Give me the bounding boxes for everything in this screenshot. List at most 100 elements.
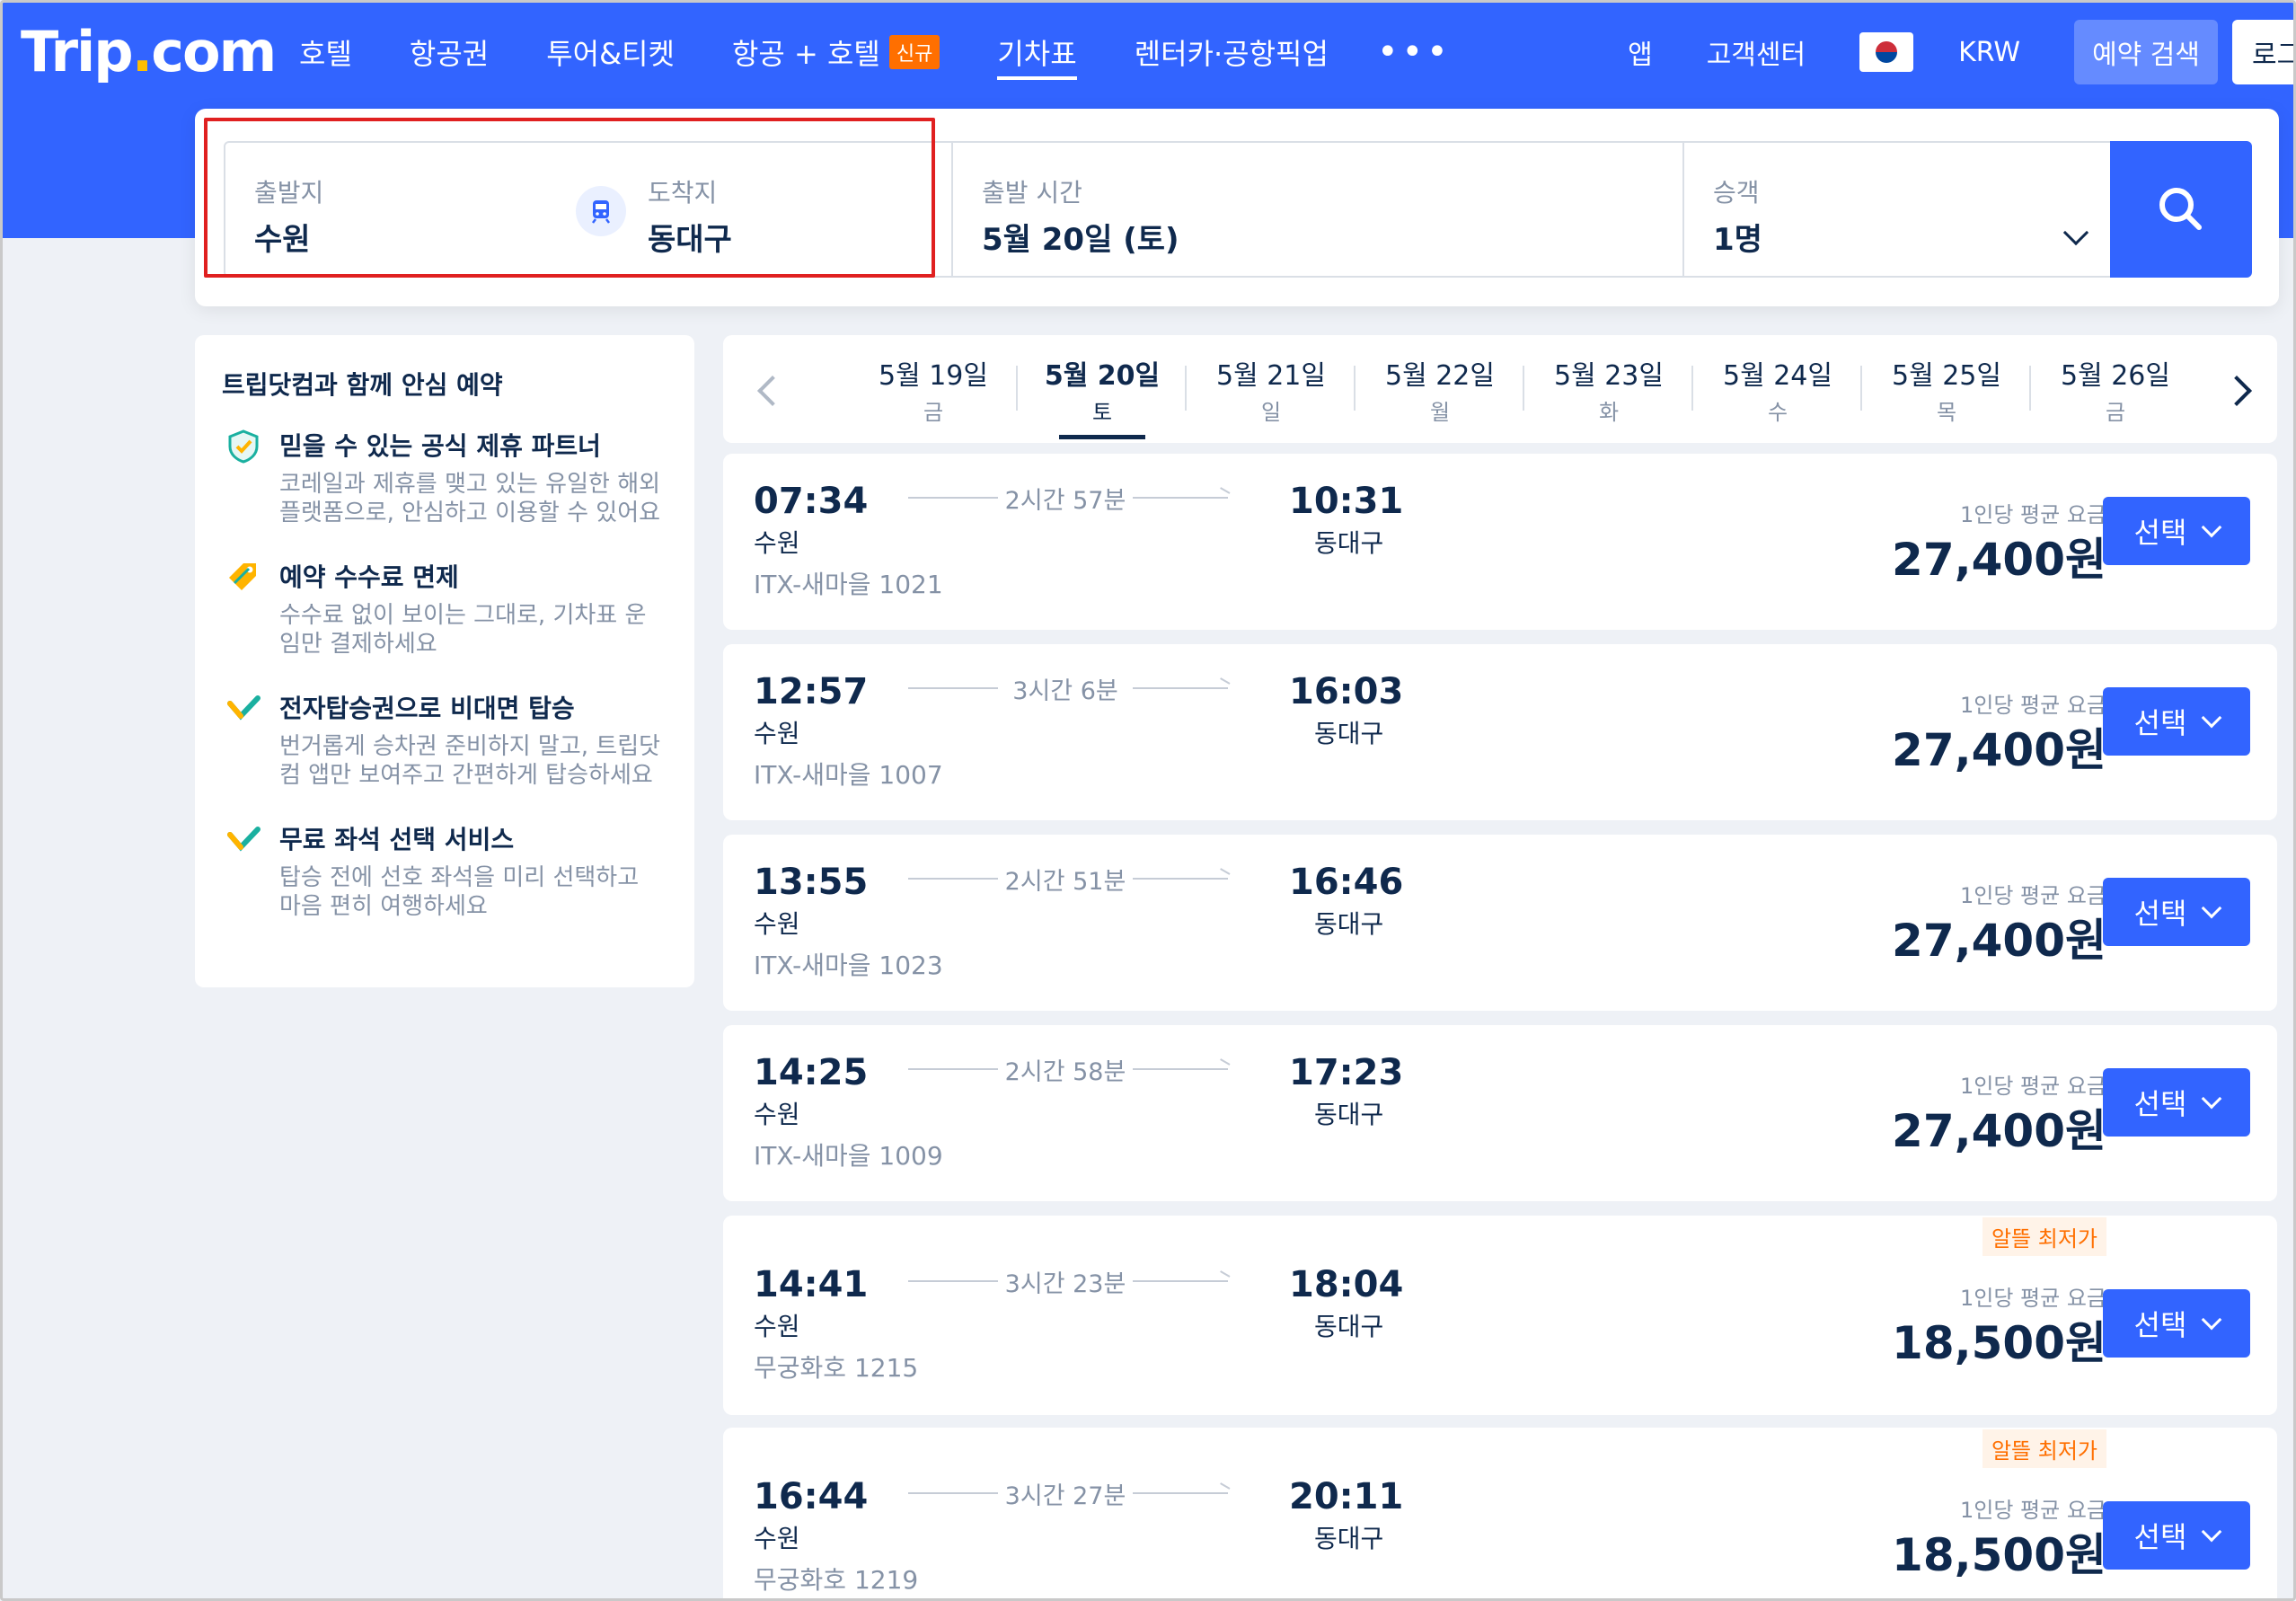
- nav-flight-hotel[interactable]: 항공 + 호텔 신규: [732, 3, 940, 102]
- date-value: 5월 20일 (토): [982, 222, 1179, 258]
- select-button[interactable]: 선택: [2103, 878, 2250, 946]
- check-icon: [227, 695, 261, 721]
- arrival-time: 20:11: [1289, 1476, 1404, 1517]
- passenger-field[interactable]: 승객 1명: [1682, 141, 2126, 278]
- tag-icon: [229, 563, 256, 590]
- arrival-station: 동대구: [1314, 719, 1384, 748]
- price: 27,400원: [1892, 724, 2106, 776]
- train-card[interactable]: 14:25 수원 2시간 58분 17:23 동대구 ITX-새마을 1009 …: [723, 1025, 2277, 1201]
- train-card[interactable]: 12:57 수원 3시간 6분 16:03 동대구 ITX-새마을 1007 1…: [723, 644, 2277, 820]
- lowest-price-badge: 알뜰 최저가: [1982, 1217, 2106, 1256]
- to-label: 도착지: [648, 178, 718, 208]
- date-field[interactable]: 출발 시간 5월 20일 (토): [951, 141, 1684, 278]
- to-value[interactable]: 동대구: [648, 215, 732, 259]
- price: 18,500원: [1892, 1317, 2106, 1369]
- check-icon: [227, 827, 261, 852]
- date-tab[interactable]: 5월 23일 화: [1524, 335, 1693, 443]
- train-card[interactable]: 13:55 수원 2시간 51분 16:46 동대구 ITX-새마을 1023 …: [723, 835, 2277, 1011]
- currency-selector[interactable]: KRW: [1958, 37, 2020, 68]
- search-panel: 출발지 수원 도착지 동대구 출발 시간 5월 20일 (토) 승객 1명: [195, 109, 2279, 306]
- chevron-down-icon: [2202, 1088, 2222, 1110]
- departure-station: 수원: [754, 909, 800, 939]
- arrival-time: 18:04: [1289, 1264, 1404, 1305]
- date-list: 5월 19일 금 5월 20일 토 5월 21일 일 5월 22일 월 5월 23일 화 …: [849, 335, 2200, 443]
- train-card[interactable]: 알뜰 최저가 14:41 수원 3시간 23분 18:04 동대구 무궁화호 1…: [723, 1216, 2277, 1415]
- date-tab[interactable]: 5월 22일 월: [1356, 335, 1524, 443]
- select-button[interactable]: 선택: [2103, 1068, 2250, 1137]
- arrival-station: 동대구: [1314, 909, 1384, 939]
- arrival-station: 동대구: [1314, 1312, 1384, 1341]
- date-tab[interactable]: 5월 21일 일: [1187, 335, 1356, 443]
- date-tab-selected[interactable]: 5월 20일 토: [1018, 335, 1187, 443]
- price: 27,400원: [1892, 1105, 2106, 1157]
- nav-trains[interactable]: 기차표: [997, 3, 1078, 102]
- chevron-down-icon[interactable]: [2062, 219, 2089, 246]
- korea-flag-icon[interactable]: [1859, 32, 1914, 72]
- train-name: 무궁화호 1215: [754, 1353, 919, 1383]
- search-icon: [2159, 188, 2202, 230]
- departure-time: 14:41: [754, 1264, 869, 1305]
- chevron-down-icon: [2202, 898, 2222, 919]
- nav-hotels[interactable]: 호텔: [299, 3, 352, 102]
- sidebar-item-desc: 수수료 없이 보이는 그대로, 기차표 운임만 결제하세요: [279, 602, 647, 658]
- arrival-station: 동대구: [1314, 1524, 1384, 1553]
- sidebar-item-desc: 탑승 전에 선호 좌석을 미리 선택하고 마음 편히 여행하세요: [279, 864, 640, 920]
- departure-time: 12:57: [754, 671, 869, 712]
- new-badge: 신규: [888, 35, 940, 69]
- date-tab[interactable]: 5월 26일 금: [2031, 335, 2200, 443]
- arrival-time: 10:31: [1289, 481, 1404, 522]
- chevron-down-icon: [2202, 517, 2222, 538]
- from-value[interactable]: 수원: [254, 215, 311, 259]
- sidebar-item-desc: 코레일과 제휴를 맺고 있는 유일한 해외 플랫폼으로, 안심하고 이용할 수 …: [279, 471, 661, 526]
- login-button[interactable]: 로그인: [2232, 20, 2293, 84]
- train-swap-icon[interactable]: [576, 186, 626, 236]
- train-card[interactable]: 알뜰 최저가 16:44 수원 3시간 27분 20:11 동대구 무궁화호 1…: [723, 1428, 2277, 1598]
- support-link[interactable]: 고객센터: [1707, 32, 1806, 72]
- nav-car-rental[interactable]: 렌터카·공항픽업: [1135, 3, 1329, 102]
- prev-date-arrow-icon[interactable]: [750, 366, 795, 416]
- train-name: ITX-새마을 1021: [754, 570, 943, 599]
- from-label: 출발지: [254, 178, 324, 208]
- date-tab[interactable]: 5월 25일 목: [1862, 335, 2031, 443]
- sidebar-item-partner: 믿을 수 있는 공식 제휴 파트너 코레일과 제휴를 맺고 있는 유일한 해외 …: [222, 427, 667, 527]
- sidebar-item-title: 믿을 수 있는 공식 제휴 파트너: [279, 431, 601, 461]
- lowest-price-badge: 알뜰 최저가: [1982, 1429, 2106, 1468]
- chevron-down-icon: [2202, 1521, 2222, 1543]
- nav-tours[interactable]: 투어&티켓: [546, 3, 675, 102]
- select-button[interactable]: 선택: [2103, 1289, 2250, 1358]
- date-strip: 5월 19일 금 5월 20일 토 5월 21일 일 5월 22일 월 5월 23일 화 …: [723, 335, 2277, 443]
- sidebar-item-title: 무료 좌석 선택 서비스: [279, 825, 515, 854]
- price: 27,400원: [1892, 915, 2106, 967]
- passenger-label: 승객: [1713, 178, 1760, 208]
- trip-logo[interactable]: Trip.com: [21, 12, 277, 93]
- date-tab[interactable]: 5월 24일 수: [1693, 335, 1862, 443]
- select-button[interactable]: 선택: [2103, 1501, 2250, 1570]
- arrival-time: 17:23: [1289, 1052, 1404, 1093]
- more-menu-icon[interactable]: •••: [1377, 3, 1452, 102]
- next-date-arrow-icon[interactable]: [2214, 366, 2259, 416]
- select-button[interactable]: 선택: [2103, 497, 2250, 565]
- departure-time: 07:34: [754, 481, 869, 522]
- route-field[interactable]: 출발지 수원 도착지 동대구: [224, 141, 953, 278]
- train-name: ITX-새마을 1009: [754, 1141, 943, 1171]
- date-label: 출발 시간: [982, 178, 1082, 208]
- price: 18,500원: [1892, 1529, 2106, 1581]
- chevron-down-icon: [2202, 1309, 2222, 1331]
- train-card[interactable]: 07:34 수원 2시간 57분 10:31 동대구 ITX-새마을 1021 …: [723, 454, 2277, 630]
- departure-station: 수원: [754, 1524, 800, 1553]
- departure-time: 13:55: [754, 862, 869, 903]
- arrival-time: 16:03: [1289, 671, 1404, 712]
- app-link[interactable]: 앱: [1628, 32, 1653, 72]
- departure-station: 수원: [754, 719, 800, 748]
- sidebar-title: 트립닷컴과 함께 안심 예약: [222, 370, 503, 400]
- nav-flights[interactable]: 항공권: [410, 3, 489, 102]
- search-button[interactable]: [2110, 141, 2252, 278]
- booking-search-button[interactable]: 예약 검색: [2074, 20, 2218, 84]
- date-tab[interactable]: 5월 19일 금: [849, 335, 1018, 443]
- header-right: 앱 고객센터 KRW 예약 검색 로그인: [1628, 3, 2293, 102]
- sidebar-item-seat: 무료 좌석 선택 서비스 탑승 전에 선호 좌석을 미리 선택하고 마음 편히 …: [222, 820, 667, 921]
- passenger-value: 1명: [1713, 222, 1762, 258]
- departure-station: 수원: [754, 1312, 800, 1341]
- select-button[interactable]: 선택: [2103, 687, 2250, 756]
- departure-time: 14:25: [754, 1052, 869, 1093]
